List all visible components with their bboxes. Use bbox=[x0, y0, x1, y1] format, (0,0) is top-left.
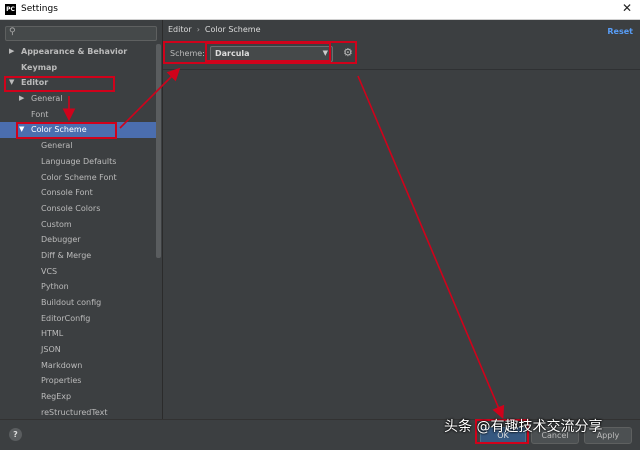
tree-item-label: Buildout config bbox=[41, 298, 102, 307]
tree-item-label: RegExp bbox=[41, 392, 72, 402]
tree-item-label: Python bbox=[41, 282, 69, 292]
expand-right-icon[interactable]: ▶ bbox=[9, 44, 14, 60]
settings-tree: ▶ Appearance & Behavior Keymap ▼ Editor ▶ Gene… bbox=[0, 44, 158, 421]
tree-item-label: Editor bbox=[21, 78, 49, 88]
breadcrumb: Editor › Color Scheme bbox=[168, 25, 261, 34]
search-input[interactable] bbox=[20, 27, 152, 40]
tree-item-debugger[interactable]: Debugger bbox=[0, 232, 158, 248]
tree-item-label: Markdown bbox=[41, 360, 83, 370]
app-logo-icon: PC bbox=[5, 4, 16, 15]
tree-item-label: HTML bbox=[41, 329, 64, 339]
scheme-value: Darcula bbox=[215, 49, 250, 58]
window-title: Settings bbox=[21, 4, 58, 14]
search-icon: ⚲ bbox=[9, 27, 16, 37]
tree-item-label: Console Colors bbox=[41, 203, 101, 213]
tree-item-label: Keymap bbox=[21, 62, 58, 72]
tree-item-label: Color Scheme Font bbox=[41, 172, 117, 182]
breadcrumb-parent[interactable]: Editor bbox=[168, 25, 192, 34]
tree-item-label: JSON bbox=[41, 345, 61, 355]
tree-item-color-scheme[interactable]: ▼ Color Scheme bbox=[0, 122, 158, 139]
breadcrumb-current: Color Scheme bbox=[204, 25, 261, 34]
close-icon[interactable]: ✕ bbox=[622, 1, 632, 15]
settings-sidebar: ⚲ ▶ Appearance & Behavior Keymap ▼ Editor ▶ Ge… bbox=[0, 20, 163, 419]
tree-item-label: General bbox=[41, 141, 73, 151]
settings-search[interactable]: ⚲ bbox=[5, 26, 157, 41]
tree-item-label: Appearance & Behavior bbox=[21, 47, 128, 56]
tree-item-vcs[interactable]: VCS bbox=[0, 264, 158, 280]
tree-item-label: Language Defaults bbox=[41, 156, 117, 166]
tree-item-label: VCS bbox=[41, 266, 58, 276]
scheme-dropdown[interactable]: Darcula ▼ bbox=[210, 46, 333, 62]
tree-item-label: Properties bbox=[41, 376, 82, 386]
expand-down-icon[interactable]: ▼ bbox=[9, 75, 14, 91]
sidebar-scrollbar[interactable] bbox=[156, 44, 161, 258]
tree-item-appearance-behavior[interactable]: ▶ Appearance & Behavior bbox=[0, 44, 158, 60]
chevron-down-icon: ▼ bbox=[322, 49, 328, 57]
tree-item-properties[interactable]: Properties bbox=[0, 373, 158, 389]
reset-link[interactable]: Reset bbox=[607, 27, 633, 36]
title-bar: PC Settings ✕ bbox=[0, 0, 640, 20]
gear-icon[interactable]: ⚙ bbox=[343, 46, 353, 59]
tree-item-buildout-config[interactable]: Buildout config bbox=[0, 295, 158, 311]
tree-item-label: Custom bbox=[41, 219, 72, 229]
divider bbox=[163, 69, 640, 70]
watermark-text: 头条 @有趣技术交流分享 bbox=[444, 419, 603, 435]
tree-item-general[interactable]: General bbox=[0, 138, 158, 154]
tree-item-markdown[interactable]: Markdown bbox=[0, 358, 158, 374]
scheme-label: Scheme: bbox=[170, 49, 205, 58]
tree-item-font[interactable]: Font bbox=[0, 107, 158, 123]
tree-item-general[interactable]: ▶ General bbox=[0, 91, 158, 107]
tree-item-label: Diff & Merge bbox=[41, 250, 92, 260]
tree-item-label: Console Font bbox=[41, 188, 93, 198]
tree-item-regexp[interactable]: RegExp bbox=[0, 389, 158, 405]
breadcrumb-separator: › bbox=[196, 25, 200, 34]
tree-item-editor[interactable]: ▼ Editor bbox=[0, 75, 158, 91]
tree-item-label: Color Scheme bbox=[31, 125, 87, 135]
tree-item-json[interactable]: JSON bbox=[0, 342, 158, 358]
tree-item-console-colors[interactable]: Console Colors bbox=[0, 201, 158, 217]
help-button[interactable]: ? bbox=[9, 428, 22, 441]
tree-item-color-scheme-font[interactable]: Color Scheme Font bbox=[0, 170, 158, 186]
expand-right-icon[interactable]: ▶ bbox=[19, 91, 24, 107]
tree-item-editorconfig[interactable]: EditorConfig bbox=[0, 311, 158, 327]
tree-item-keymap[interactable]: Keymap bbox=[0, 60, 158, 76]
expand-down-icon[interactable]: ▼ bbox=[19, 122, 24, 138]
tree-item-label: General bbox=[31, 94, 63, 104]
tree-item-label: Font bbox=[31, 109, 49, 119]
tree-item-label: Debugger bbox=[41, 235, 81, 245]
tree-item-label: EditorConfig bbox=[41, 313, 91, 323]
tree-item-console-font[interactable]: Console Font bbox=[0, 185, 158, 201]
tree-item-custom[interactable]: Custom bbox=[0, 217, 158, 233]
tree-item-python[interactable]: Python bbox=[0, 279, 158, 295]
settings-content: Editor › Color Scheme Reset Scheme: Darcul… bbox=[163, 20, 640, 419]
tree-item-language-defaults[interactable]: Language Defaults bbox=[0, 154, 158, 170]
tree-item-html[interactable]: HTML bbox=[0, 326, 158, 342]
tree-item-diff-merge[interactable]: Diff & Merge bbox=[0, 248, 158, 264]
